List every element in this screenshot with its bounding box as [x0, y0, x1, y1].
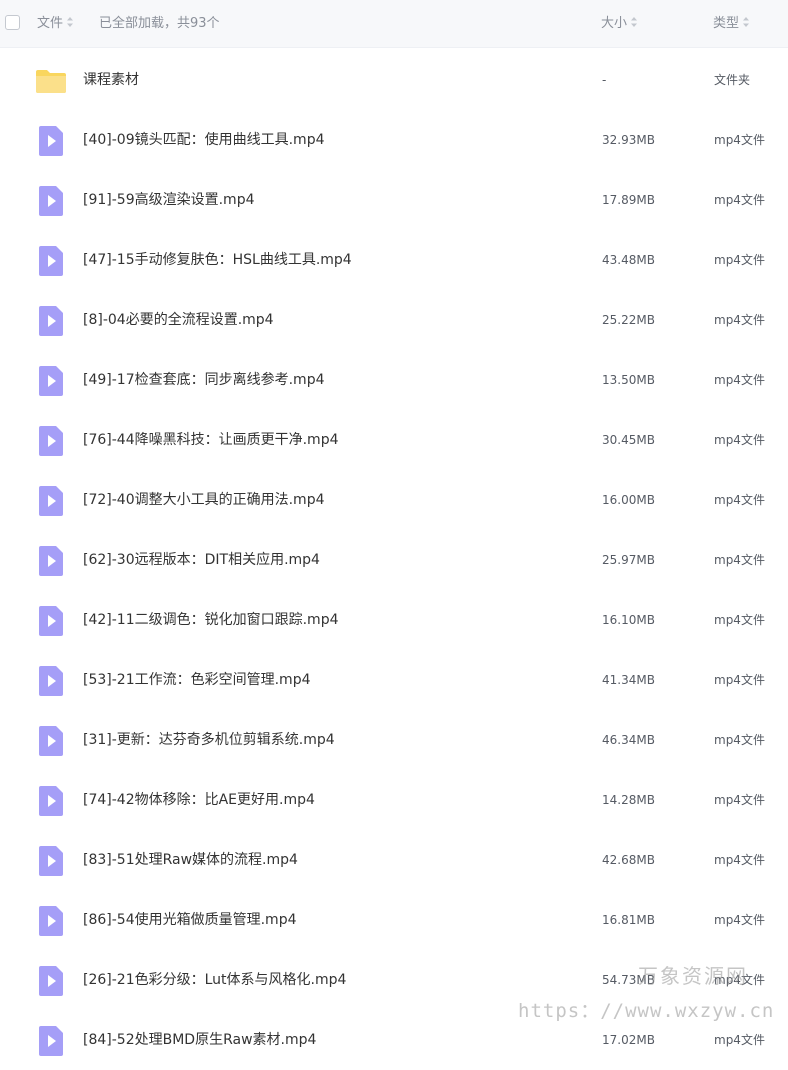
file-type: mp4文件 — [714, 793, 765, 807]
file-name-link[interactable]: [72]-40调整大小工具的正确用法.mp4 — [83, 470, 325, 530]
file-name-link[interactable]: [86]-54使用光箱做质量管理.mp4 — [83, 890, 297, 950]
file-name-link[interactable]: 课程素材 — [83, 50, 139, 110]
file-size: 17.89MB — [602, 193, 655, 207]
file-row[interactable]: [31]-更新：达芬奇多机位剪辑系统.mp4 46.34MB mp4文件 — [0, 710, 788, 770]
file-name-link[interactable]: [49]-17检查套底：同步离线参考.mp4 — [83, 350, 325, 410]
file-name-link[interactable]: [31]-更新：达芬奇多机位剪辑系统.mp4 — [83, 710, 335, 770]
file-row[interactable]: [84]-52处理BMD原生Raw素材.mp4 17.02MB mp4文件 — [0, 1010, 788, 1070]
file-row[interactable]: [8]-04必要的全流程设置.mp4 25.22MB mp4文件 — [0, 290, 788, 350]
file-size: 54.73MB — [602, 973, 655, 987]
file-row[interactable]: [91]-59高级渲染设置.mp4 17.89MB mp4文件 — [0, 170, 788, 230]
sort-by-type-button[interactable]: 类型 — [713, 0, 750, 48]
sort-by-name-button[interactable]: 文件 — [37, 0, 74, 48]
video-file-icon — [35, 1025, 67, 1057]
file-size: 25.97MB — [602, 553, 655, 567]
name-column-label: 文件 — [37, 16, 64, 31]
file-size: 16.81MB — [602, 913, 655, 927]
file-type: mp4文件 — [714, 553, 765, 567]
video-file-icon — [35, 425, 67, 457]
file-type: mp4文件 — [714, 613, 765, 627]
file-name-link[interactable]: [84]-52处理BMD原生Raw素材.mp4 — [83, 1010, 316, 1070]
file-row[interactable]: [86]-54使用光箱做质量管理.mp4 16.81MB mp4文件 — [0, 890, 788, 950]
file-name-link[interactable]: [74]-42物体移除：比AE更好用.mp4 — [83, 770, 315, 830]
video-file-icon — [35, 125, 67, 157]
file-row[interactable]: [53]-21工作流：色彩空间管理.mp4 41.34MB mp4文件 — [0, 650, 788, 710]
file-size: - — [602, 73, 607, 87]
file-row[interactable]: [72]-40调整大小工具的正确用法.mp4 16.00MB mp4文件 — [0, 470, 788, 530]
video-file-icon — [35, 185, 67, 217]
video-file-icon — [35, 965, 67, 997]
video-file-icon — [35, 245, 67, 277]
file-row[interactable]: [76]-44降噪黑科技：让画质更干净.mp4 30.45MB mp4文件 — [0, 410, 788, 470]
file-list-header: 文件 已全部加载，共93个 大小 类型 — [0, 0, 788, 48]
load-status-text: 已全部加载，共93个 — [99, 16, 220, 31]
file-row[interactable]: [83]-51处理Raw媒体的流程.mp4 42.68MB mp4文件 — [0, 830, 788, 890]
video-file-icon — [35, 305, 67, 337]
file-type: mp4文件 — [714, 193, 765, 207]
file-size: 17.02MB — [602, 1033, 655, 1047]
file-type: mp4文件 — [714, 373, 765, 387]
file-name-link[interactable]: [91]-59高级渲染设置.mp4 — [83, 170, 255, 230]
video-file-icon — [35, 845, 67, 877]
file-list: 课程素材 - 文件夹 [40]-09镜头匹配：使用曲线工具.mp4 32.93MB mp4… — [0, 50, 788, 1070]
file-row[interactable]: [62]-30远程版本：DIT相关应用.mp4 25.97MB mp4文件 — [0, 530, 788, 590]
file-type: mp4文件 — [714, 133, 765, 147]
file-type: mp4文件 — [714, 433, 765, 447]
file-name-link[interactable]: [53]-21工作流：色彩空间管理.mp4 — [83, 650, 311, 710]
file-type: mp4文件 — [714, 253, 765, 267]
file-row[interactable]: [74]-42物体移除：比AE更好用.mp4 14.28MB mp4文件 — [0, 770, 788, 830]
file-row[interactable]: [47]-15手动修复肤色：HSL曲线工具.mp4 43.48MB mp4文件 — [0, 230, 788, 290]
video-file-icon — [35, 785, 67, 817]
file-row[interactable]: [26]-21色彩分级：Lut体系与风格化.mp4 54.73MB mp4文件 — [0, 950, 788, 1010]
file-type: mp4文件 — [714, 1033, 765, 1047]
file-type: mp4文件 — [714, 493, 765, 507]
file-name-link[interactable]: [62]-30远程版本：DIT相关应用.mp4 — [83, 530, 320, 590]
folder-icon — [35, 65, 67, 97]
file-size: 30.45MB — [602, 433, 655, 447]
file-type: mp4文件 — [714, 973, 765, 987]
video-file-icon — [35, 725, 67, 757]
file-name-link[interactable]: [42]-11二级调色：锐化加窗口跟踪.mp4 — [83, 590, 339, 650]
file-size: 43.48MB — [602, 253, 655, 267]
file-type: 文件夹 — [714, 73, 751, 87]
file-name-link[interactable]: [40]-09镜头匹配：使用曲线工具.mp4 — [83, 110, 325, 170]
sort-icon — [743, 17, 750, 27]
file-size: 16.10MB — [602, 613, 655, 627]
video-file-icon — [35, 545, 67, 577]
type-column-label: 类型 — [713, 16, 740, 31]
video-file-icon — [35, 665, 67, 697]
file-row[interactable]: [49]-17检查套底：同步离线参考.mp4 13.50MB mp4文件 — [0, 350, 788, 410]
size-column-label: 大小 — [601, 16, 628, 31]
file-size: 25.22MB — [602, 313, 655, 327]
file-size: 46.34MB — [602, 733, 655, 747]
video-file-icon — [35, 605, 67, 637]
file-row[interactable]: [40]-09镜头匹配：使用曲线工具.mp4 32.93MB mp4文件 — [0, 110, 788, 170]
file-type: mp4文件 — [714, 313, 765, 327]
video-file-icon — [35, 485, 67, 517]
file-type: mp4文件 — [714, 913, 765, 927]
sort-by-size-button[interactable]: 大小 — [601, 0, 638, 48]
sort-icon — [67, 17, 74, 27]
file-type: mp4文件 — [714, 673, 765, 687]
video-file-icon — [35, 905, 67, 937]
file-row[interactable]: 课程素材 - 文件夹 — [0, 50, 788, 110]
file-name-link[interactable]: [83]-51处理Raw媒体的流程.mp4 — [83, 830, 298, 890]
file-size: 42.68MB — [602, 853, 655, 867]
file-type: mp4文件 — [714, 733, 765, 747]
sort-icon — [631, 17, 638, 27]
file-size: 16.00MB — [602, 493, 655, 507]
video-file-icon — [35, 365, 67, 397]
file-size: 14.28MB — [602, 793, 655, 807]
file-size: 13.50MB — [602, 373, 655, 387]
file-size: 32.93MB — [602, 133, 655, 147]
file-row[interactable]: [42]-11二级调色：锐化加窗口跟踪.mp4 16.10MB mp4文件 — [0, 590, 788, 650]
file-name-link[interactable]: [47]-15手动修复肤色：HSL曲线工具.mp4 — [83, 230, 352, 290]
file-type: mp4文件 — [714, 853, 765, 867]
file-name-link[interactable]: [8]-04必要的全流程设置.mp4 — [83, 290, 274, 350]
file-size: 41.34MB — [602, 673, 655, 687]
file-name-link[interactable]: [26]-21色彩分级：Lut体系与风格化.mp4 — [83, 950, 346, 1010]
file-name-link[interactable]: [76]-44降噪黑科技：让画质更干净.mp4 — [83, 410, 339, 470]
select-all-checkbox[interactable] — [5, 15, 20, 30]
